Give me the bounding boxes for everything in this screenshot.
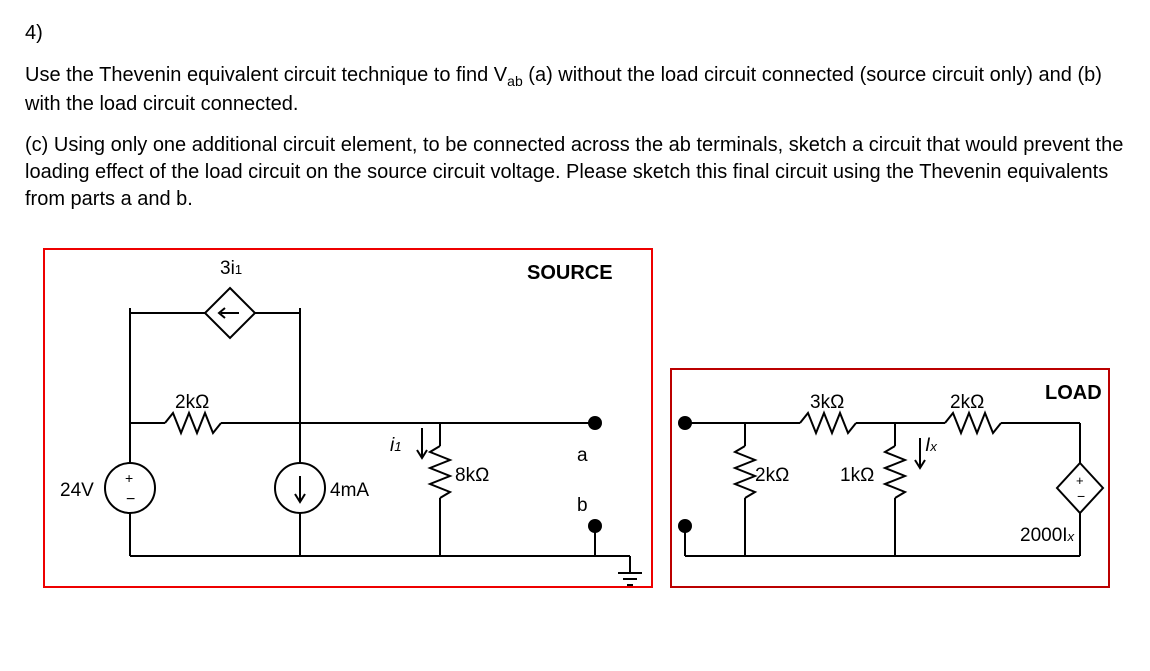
problem-number: 4): [25, 20, 1125, 47]
r2k-left-label: 2kΩ: [175, 390, 209, 416]
r1k-label: 1kΩ: [840, 463, 874, 489]
ccvs-source-label: 3i1: [220, 256, 242, 282]
svg-text:−: −: [126, 491, 135, 508]
r2k-load-label: 2kΩ: [755, 463, 789, 489]
circuit-svg: + −: [25, 238, 1125, 598]
r3k-label: 3kΩ: [810, 390, 844, 416]
r8k-label: 8kΩ: [455, 463, 489, 489]
para1-prefix: Use the Thevenin equivalent circuit tech…: [25, 64, 507, 86]
problem-paragraph-2: (c) Using only one additional circuit el…: [25, 132, 1125, 213]
svg-text:+: +: [1076, 473, 1084, 488]
vsrc-label: 24V: [60, 478, 94, 504]
svg-text:−: −: [1077, 488, 1085, 504]
problem-paragraph-1: Use the Thevenin equivalent circuit tech…: [25, 62, 1125, 118]
i1-label: i1: [390, 433, 402, 459]
terminal-b-label: b: [577, 493, 588, 519]
svg-text:+: +: [125, 470, 133, 486]
ccvs-load-label: 2000Ix: [1020, 523, 1074, 549]
r2k-right-label: 2kΩ: [950, 390, 984, 416]
para1-sub: ab: [507, 73, 523, 89]
ix-label: Ix: [925, 433, 937, 459]
terminal-a-label: a: [577, 443, 588, 469]
isrc-label: 4mA: [330, 478, 369, 504]
circuit-diagram: SOURCE LOAD + −: [25, 238, 1125, 598]
